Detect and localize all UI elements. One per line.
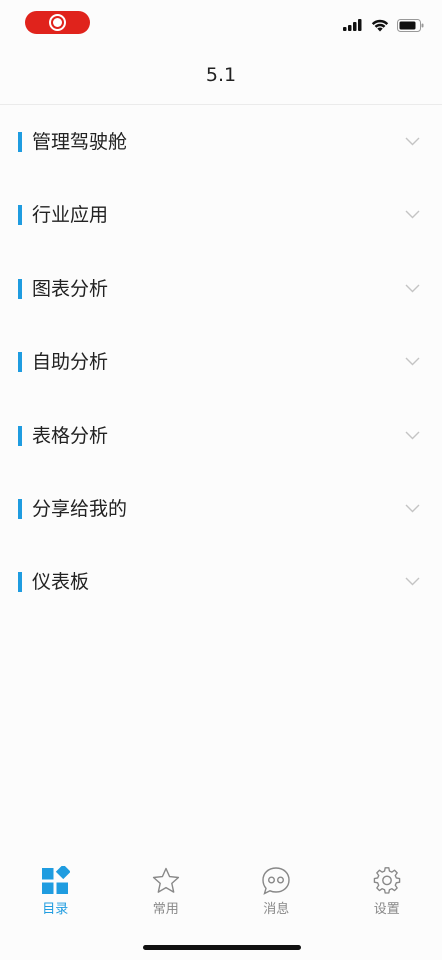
tab-settings[interactable]: 设置 [332, 860, 442, 920]
gear-icon [373, 867, 401, 894]
menu-item-cockpit[interactable]: 管理驾驶舱 [0, 105, 442, 178]
menu-item-label: 分享给我的 [32, 497, 128, 520]
star-icon [152, 867, 179, 893]
tab-label: 常用 [152, 902, 179, 917]
page-title: 5.1 [205, 64, 237, 86]
menu-item-dashboard[interactable]: 仪表板 [0, 545, 442, 618]
tab-label: 设置 [373, 902, 400, 917]
record-dot [53, 18, 62, 27]
menu-item-chart-analysis[interactable]: 图表分析 [0, 252, 442, 325]
wifi-icon [371, 19, 389, 31]
menu-item-label: 行业应用 [32, 204, 109, 227]
tab-messages[interactable]: 消息 [221, 860, 332, 920]
menu-item-label: 图表分析 [32, 277, 109, 300]
battery-icon [397, 18, 424, 32]
home-indicator[interactable] [143, 945, 301, 950]
catalog-menu: 管理驾驶舱 行业应用 图表分析 自助分析 表格分析 分享给我的 仪表板 [0, 105, 442, 619]
tab-label: 目录 [42, 902, 69, 917]
accent-bar [18, 132, 22, 152]
accent-bar [18, 572, 22, 593]
chevron-down-icon [405, 137, 420, 146]
menu-item-label: 自助分析 [32, 351, 109, 374]
menu-item-self-service[interactable]: 自助分析 [0, 325, 442, 398]
status-icons [343, 16, 424, 34]
cellular-signal-icon [343, 19, 362, 31]
message-icon [262, 867, 290, 895]
tab-bar: 目录 常用 消息 设置 [0, 860, 442, 920]
accent-bar [18, 205, 22, 226]
chevron-down-icon [405, 357, 420, 366]
chevron-down-icon [405, 504, 420, 513]
accent-bar [18, 498, 22, 519]
menu-item-shared-with-me[interactable]: 分享给我的 [0, 472, 442, 545]
accent-bar [18, 352, 22, 373]
chevron-down-icon [405, 210, 420, 219]
menu-item-label: 表格分析 [32, 424, 109, 447]
tab-favorites[interactable]: 常用 [111, 860, 222, 920]
menu-item-industry[interactable]: 行业应用 [0, 178, 442, 251]
tab-label: 消息 [263, 902, 290, 917]
menu-item-label: 管理驾驶舱 [32, 131, 128, 153]
catalog-icon [42, 866, 71, 894]
chevron-down-icon [405, 284, 420, 293]
accent-bar [18, 278, 22, 299]
menu-item-label: 仪表板 [32, 571, 90, 594]
tab-catalog[interactable]: 目录 [0, 860, 111, 920]
status-bar [0, 0, 442, 46]
accent-bar [18, 425, 22, 446]
menu-item-table-analysis[interactable]: 表格分析 [0, 399, 442, 472]
chevron-down-icon [405, 431, 420, 440]
screen-recording-indicator[interactable] [25, 11, 90, 34]
chevron-down-icon [405, 577, 420, 586]
